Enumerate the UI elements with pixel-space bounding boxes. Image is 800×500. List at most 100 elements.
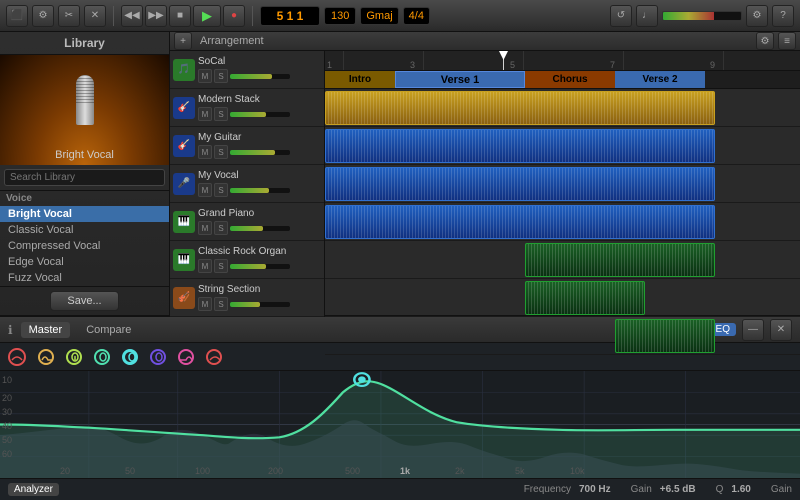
tracks-area: + Arrangement ⚙ ≡ 🎵 SoCal M S: [170, 32, 800, 315]
solo-button[interactable]: S: [214, 297, 228, 311]
solo-button[interactable]: S: [214, 145, 228, 159]
mute-button[interactable]: M: [198, 183, 212, 197]
list-item[interactable]: Compressed Vocal: [0, 238, 169, 254]
db-label: 60: [2, 449, 12, 459]
search-input[interactable]: [4, 169, 165, 186]
toolbar-btn-1[interactable]: ⬛: [6, 5, 28, 27]
mute-button[interactable]: M: [198, 107, 212, 121]
clip[interactable]: [325, 129, 715, 163]
arrangement-area: 1 3 5 7 9 11 Intro: [325, 51, 800, 355]
list-item[interactable]: Edge Vocal: [0, 254, 169, 270]
mute-button[interactable]: M: [198, 221, 212, 235]
clip[interactable]: [325, 91, 715, 125]
save-button[interactable]: Save...: [50, 291, 118, 311]
solo-button[interactable]: S: [214, 183, 228, 197]
eq-band-6[interactable]: [150, 349, 166, 365]
help-button[interactable]: ?: [772, 5, 794, 27]
track-controls: 🎵 SoCal M S 🎸 Modern Stack: [170, 51, 325, 355]
track-fader[interactable]: [230, 302, 290, 307]
eq-band-4[interactable]: [94, 349, 110, 365]
clip[interactable]: [325, 205, 715, 239]
solo-button[interactable]: S: [214, 221, 228, 235]
clip[interactable]: [325, 167, 715, 201]
list-item[interactable]: Bright Vocal: [0, 206, 169, 222]
arrangement-toggle[interactable]: ≡: [778, 32, 796, 50]
clip[interactable]: [525, 281, 645, 315]
library-image: Bright Vocal: [0, 55, 169, 165]
db-label: 30: [2, 407, 12, 417]
forward-button[interactable]: ▶▶: [145, 5, 167, 27]
track-fader[interactable]: [230, 112, 290, 117]
solo-button[interactable]: S: [214, 107, 228, 121]
clip-row: [325, 279, 800, 317]
transport-controls: ◀◀ ▶▶ ■ ▶ ●: [121, 5, 245, 27]
rewind-button[interactable]: ◀◀: [121, 5, 143, 27]
gain-label: Gain: [631, 484, 652, 495]
db-label: 50: [2, 435, 12, 445]
metronome-button[interactable]: ♩: [636, 5, 658, 27]
settings-button[interactable]: ⚙: [746, 5, 768, 27]
analyzer-button[interactable]: Analyzer: [8, 483, 59, 496]
ruler-mark: 5: [510, 60, 515, 70]
play-button[interactable]: ▶: [193, 5, 221, 27]
toolbar-btn-2[interactable]: ⚙: [32, 5, 54, 27]
eq-band-2[interactable]: [38, 349, 54, 365]
list-item[interactable]: Fuzz Vocal: [0, 270, 169, 286]
position-display: 5 1 1: [260, 6, 320, 26]
info-icon: ℹ: [8, 323, 13, 337]
track-fader[interactable]: [230, 150, 290, 155]
clip[interactable]: [615, 319, 715, 353]
track-icon: 🎤: [173, 173, 195, 195]
eq-tab-compare[interactable]: Compare: [78, 322, 139, 338]
track-icon: 🎹: [173, 249, 195, 271]
arrangement-settings[interactable]: ⚙: [756, 32, 774, 50]
eq-band-5[interactable]: [122, 349, 138, 365]
timeline-ruler: 1 3 5 7 9 11: [325, 51, 800, 71]
track-row: 🎸 My Guitar M S: [170, 127, 324, 165]
eq-band-1[interactable]: [8, 348, 26, 366]
eq-band-7[interactable]: [178, 349, 194, 365]
track-fader[interactable]: [230, 264, 290, 269]
gain2-label: Gain: [771, 484, 792, 495]
library-title: Library: [0, 32, 169, 55]
solo-button[interactable]: S: [214, 259, 228, 273]
stop-button[interactable]: ■: [169, 5, 191, 27]
eq-band-8[interactable]: [206, 349, 222, 365]
track-fader[interactable]: [230, 188, 290, 193]
tracks-clips: [325, 89, 800, 355]
frequency-label: Frequency: [524, 484, 571, 495]
mute-button[interactable]: M: [198, 259, 212, 273]
track-name: My Vocal: [198, 170, 321, 181]
record-button[interactable]: ●: [223, 5, 245, 27]
track-row: 🎤 My Vocal M S: [170, 165, 324, 203]
track-row: 🎵 SoCal M S: [170, 51, 324, 89]
track-row: 🎻 String Section M S: [170, 279, 324, 317]
eq-footer: Analyzer Frequency 700 Hz Gain +6.5 dB Q…: [0, 478, 800, 500]
eq-band-3[interactable]: [66, 349, 82, 365]
track-fader[interactable]: [230, 226, 290, 231]
eq-tab-master[interactable]: Master: [21, 322, 71, 338]
cycle-button[interactable]: ↺: [610, 5, 632, 27]
ruler-mark: 1: [327, 60, 332, 70]
solo-button[interactable]: S: [214, 69, 228, 83]
toolbar-btn-4[interactable]: ✕: [84, 5, 106, 27]
mute-button[interactable]: M: [198, 145, 212, 159]
clip-row: [325, 127, 800, 165]
add-track-button[interactable]: +: [174, 32, 192, 50]
list-item[interactable]: Classic Vocal: [0, 222, 169, 238]
clip-row: [325, 317, 800, 355]
eq-graph[interactable]: 20 50 100 200 500 1k 2k 5k 10k 10 20 30 …: [0, 371, 800, 478]
library-panel: Library Bright Vocal Voice Bright Vocal …: [0, 32, 170, 315]
track-icon: 🎹: [173, 211, 195, 233]
time-sig-display: 4/4: [403, 7, 430, 25]
toolbar: ⬛ ⚙ ✂ ✕ ◀◀ ▶▶ ■ ▶ ● 5 1 1 130 Gmaj 4/4 ↺…: [0, 0, 800, 32]
track-name: My Guitar: [198, 132, 321, 143]
track-fader[interactable]: [230, 74, 290, 79]
q-value: 1.60: [731, 484, 750, 495]
clip[interactable]: [525, 243, 715, 277]
mute-button[interactable]: M: [198, 69, 212, 83]
toolbar-btn-3[interactable]: ✂: [58, 5, 80, 27]
mute-button[interactable]: M: [198, 297, 212, 311]
track-name: String Section: [198, 284, 321, 295]
db-label: 20: [2, 393, 12, 403]
